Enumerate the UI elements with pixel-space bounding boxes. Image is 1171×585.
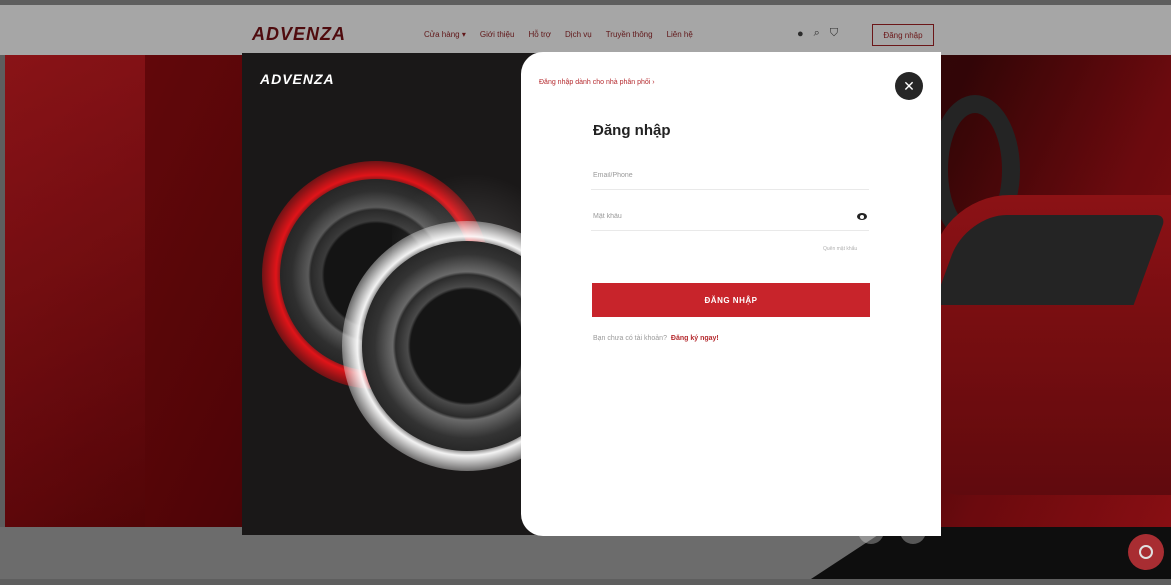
modal-logo: ADVENZA <box>260 71 335 87</box>
distributor-login-link[interactable]: Đăng nhập dành cho nhà phân phối › <box>539 79 655 86</box>
email-input[interactable] <box>591 162 869 189</box>
close-button[interactable]: ✕ <box>895 72 923 100</box>
login-submit-button[interactable]: ĐĂNG NHẬP <box>592 283 870 317</box>
form-title: Đăng nhập <box>593 122 671 139</box>
password-input[interactable] <box>591 203 869 230</box>
email-field <box>591 162 869 190</box>
forgot-password-link[interactable]: Quên mật khẩu <box>823 246 857 252</box>
signup-prompt-text: Bạn chưa có tài khoản? <box>593 335 667 342</box>
eye-icon[interactable] <box>857 213 867 220</box>
modal-visual-panel: ADVENZA <box>242 53 542 535</box>
close-icon: ✕ <box>903 78 915 94</box>
password-field <box>591 203 869 231</box>
signup-prompt: Bạn chưa có tài khoản? Đăng ký ngay! <box>593 335 719 342</box>
login-form-panel: Đăng nhập dành cho nhà phân phối › ✕ Đăn… <box>521 52 941 536</box>
signup-link[interactable]: Đăng ký ngay! <box>671 335 719 342</box>
